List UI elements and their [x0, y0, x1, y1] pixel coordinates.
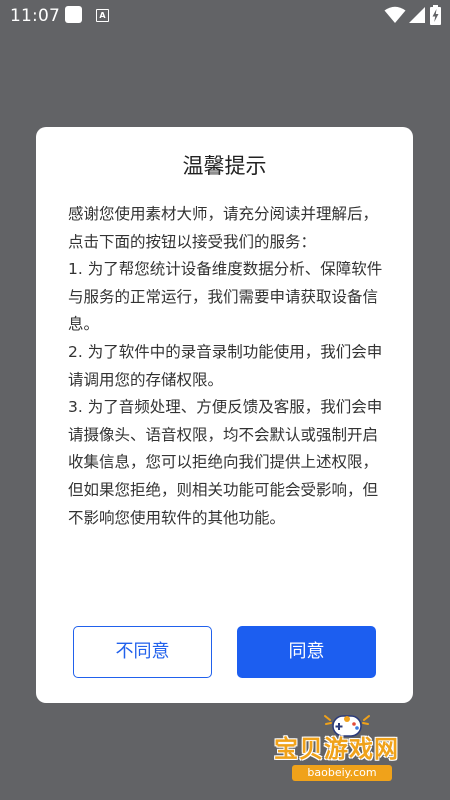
wifi-icon: [384, 6, 406, 23]
dialog-paragraph-camera-voice: 3. 为了音频处理、方便反馈及客服，我们会申请摄像头、语音权限，均不会默认或强制…: [68, 398, 383, 527]
watermark-url: baobeiy.com: [292, 765, 392, 781]
dialog-paragraph-storage: 2. 为了软件中的录音录制功能使用，我们会申请调用您的存储权限。: [68, 342, 383, 389]
watermark: 宝贝游戏网 baobeiy.com: [266, 710, 426, 782]
keyboard-a-icon: A: [96, 9, 109, 22]
dialog-body[interactable]: 感谢您使用素材大师，请充分阅读并理解后，点击下面的按钮以接受我们的服务： 1. …: [68, 201, 386, 678]
disagree-button[interactable]: 不同意: [73, 626, 212, 678]
watermark-brand: 宝贝游戏网: [274, 735, 399, 763]
battery-charging-icon: [430, 5, 441, 25]
dialog-paragraph-device-info: 1. 为了帮您统计设备维度数据分析、保障软件与服务的正常运行，我们需要申请获取设…: [68, 260, 383, 334]
status-time: 11:07: [10, 6, 60, 26]
dialog-title: 温馨提示: [182, 154, 267, 178]
privacy-dialog: 温馨提示 感谢您使用素材大师，请充分阅读并理解后，点击下面的按钮以接受我们的服务…: [36, 127, 413, 703]
dialog-paragraph-intro: 感谢您使用素材大师，请充分阅读并理解后，点击下面的按钮以接受我们的服务：: [68, 205, 379, 251]
notification-square-icon: [65, 6, 82, 23]
status-bar: 11:07 A: [0, 0, 450, 32]
signal-icon: [409, 7, 425, 23]
agree-button[interactable]: 同意: [237, 626, 376, 678]
